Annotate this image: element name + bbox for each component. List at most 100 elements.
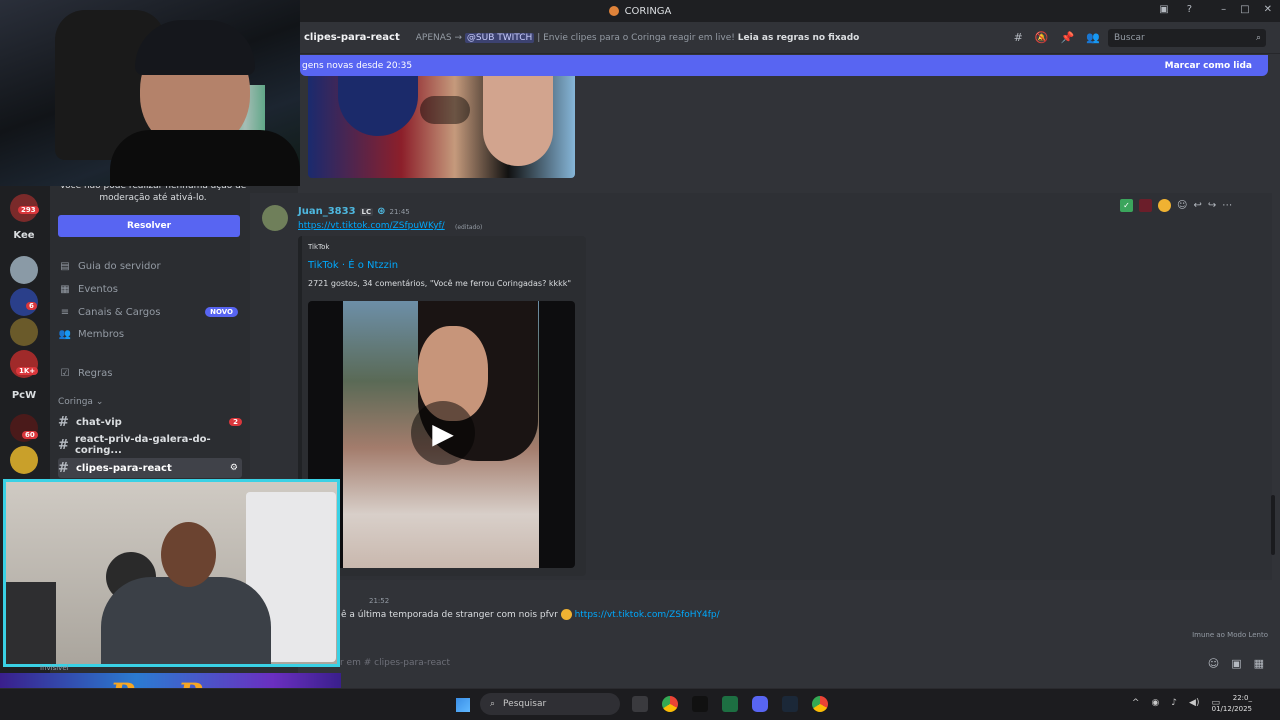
nav-members[interactable]: 👥 Membros	[58, 325, 248, 343]
chrome-icon[interactable]	[662, 696, 678, 712]
excel-icon[interactable]	[722, 696, 738, 712]
edited-label: (editado)	[455, 224, 483, 231]
topic-mention[interactable]: @SUB TWITCH	[464, 32, 535, 43]
nav-label: Membros	[78, 328, 125, 340]
nav-guide[interactable]: ▤ Guia do servidor	[58, 257, 248, 275]
server-icon[interactable]	[10, 318, 38, 346]
reaction-icon[interactable]	[1139, 198, 1152, 212]
resolve-button[interactable]: Resolver	[58, 215, 240, 237]
message-text: ê a última temporada de stranger com noi…	[341, 609, 720, 620]
mark-read-button[interactable]: Marcar como lida	[1165, 61, 1252, 71]
topic-separator: |	[537, 32, 541, 43]
channel-title: clipes-para-react	[304, 32, 400, 43]
previous-embed-thumbnail[interactable]	[308, 76, 575, 178]
server-badge: 60	[22, 431, 38, 439]
nav-label: Guia do servidor	[78, 260, 161, 272]
message-body: ê a última temporada de stranger com noi…	[341, 610, 558, 620]
hash-icon: #	[58, 460, 69, 476]
threads-icon[interactable]: #	[1014, 31, 1023, 44]
gift-icon[interactable]: ▦	[1254, 657, 1264, 670]
message-input[interactable]: r em # clipes-para-react ☺ ▣ ▦	[310, 652, 1270, 674]
volume-icon[interactable]: ◀)	[1189, 698, 1199, 708]
search-input[interactable]: Buscar ⌕	[1108, 29, 1266, 47]
network-icon[interactable]: ◉	[1151, 698, 1159, 708]
clock-time: 22:0_	[1232, 694, 1252, 702]
server-badge: 6	[26, 302, 37, 310]
thumbnail-image	[483, 76, 553, 166]
emoji-icon	[560, 609, 572, 620]
taskbar-clock[interactable]: 22:0_ 01/12/2025	[1212, 693, 1252, 715]
mute-icon[interactable]: 🔕	[1035, 31, 1049, 44]
rules-icon: ☑	[60, 367, 70, 379]
emoji-icon[interactable]	[1158, 198, 1171, 212]
titlebar-tools: ▣ ?	[1159, 4, 1192, 15]
member-list-icon[interactable]: 👥	[1086, 31, 1100, 44]
avatar[interactable]	[262, 205, 288, 231]
clock-date: 01/12/2025	[1211, 705, 1252, 713]
tiktok-icon[interactable]	[692, 696, 708, 712]
forward-icon[interactable]: ↪	[1208, 200, 1216, 211]
add-reaction-icon[interactable]: ☺	[1177, 200, 1187, 211]
discord-icon[interactable]	[752, 696, 768, 712]
emoji-picker-icon[interactable]: ☺	[1208, 657, 1219, 670]
nav-channels-roles[interactable]: ≡ Canais & Cargos NOVO	[58, 303, 248, 321]
channel-clipes-para-react[interactable]: # clipes-para-react ⚙	[58, 458, 242, 478]
category-header[interactable]: Coringa ⌄	[58, 397, 103, 407]
close-icon[interactable]: ✕	[1264, 4, 1272, 15]
server-icon[interactable]	[10, 446, 38, 474]
scrollbar[interactable]	[1271, 495, 1275, 555]
inbox-icon[interactable]: ▣	[1159, 4, 1168, 15]
app-root: CORINGA ▣ ? – □ ✕ 293 Kee 6 1K+ PcW 60 V…	[0, 0, 1280, 720]
gif-icon[interactable]: ▣	[1231, 657, 1241, 670]
windows-start-icon[interactable]	[456, 698, 470, 712]
members-icon: 👥	[58, 328, 72, 340]
message-link[interactable]: https://vt.tiktok.com/ZSfpuWKyf/	[298, 221, 445, 231]
new-badge: NOVO	[205, 307, 238, 317]
message-author: Juan_3833 LC ⊛ 21:45	[298, 206, 410, 217]
topic-text: Envie clipes para o Coringa reagir em li…	[543, 32, 735, 43]
webcam-overlay-bottom	[3, 479, 340, 667]
composer-channel: clipes-para-react	[374, 658, 451, 668]
minimize-icon[interactable]: –	[1221, 4, 1226, 15]
webcam-image	[161, 522, 216, 587]
server-text-icon[interactable]: PcW	[6, 390, 42, 401]
help-icon[interactable]: ?	[1187, 4, 1192, 15]
server-icon[interactable]	[10, 256, 38, 284]
message-link[interactable]: https://vt.tiktok.com/ZSfoHY4fp/	[575, 610, 720, 620]
chrome-icon[interactable]	[812, 696, 828, 712]
embed-title[interactable]: TikTok · É o Ntzzin	[308, 260, 398, 271]
system-tray: ^ ◉ ♪ ◀) ▭	[1132, 698, 1220, 708]
new-messages-bar[interactable]: gens novas desde 20:35 Marcar como lida	[300, 55, 1268, 76]
channel-label: chat-vip	[76, 416, 122, 428]
chevron-up-icon[interactable]: ^	[1132, 698, 1140, 708]
composer-placeholder: r em #	[340, 658, 372, 668]
play-icon	[420, 96, 470, 124]
channel-react-priv[interactable]: # react-priv-da-galera-do-coring...	[58, 434, 242, 456]
slowmode-indicator: Imune ao Modo Lento	[1192, 631, 1268, 639]
more-icon[interactable]: ⋯	[1222, 200, 1232, 211]
nav-label: Regras	[78, 367, 113, 379]
badge-icon: ⊛	[377, 206, 386, 217]
channel-chat-vip[interactable]: # chat-vip 2	[58, 412, 242, 432]
gear-icon[interactable]: ⚙	[230, 463, 238, 473]
steam-icon[interactable]	[782, 696, 798, 712]
reply-icon[interactable]: ↩	[1193, 200, 1201, 211]
embed-provider: TikTok	[308, 243, 330, 251]
author-name[interactable]: Juan_3833	[298, 206, 356, 217]
taskbar-search[interactable]: ⌕ Pesquisar	[480, 693, 620, 715]
check-reaction-icon[interactable]: ✓	[1120, 198, 1133, 212]
server-text-icon[interactable]: Kee	[6, 230, 42, 241]
topic-bold: Leia as regras no fixado	[737, 32, 860, 43]
message-time: 21:52	[369, 597, 390, 605]
play-icon[interactable]: ▶	[411, 401, 475, 465]
channel-header: clipes-para-react APENAS → @SUB TWITCH |…	[298, 22, 1280, 54]
pin-icon[interactable]: 📌	[1061, 31, 1075, 44]
server-badge: 293	[18, 206, 39, 214]
nav-rules[interactable]: ☑ Regras	[58, 364, 248, 382]
nav-events[interactable]: ▦ Eventos	[58, 280, 248, 298]
file-explorer-icon[interactable]	[632, 696, 648, 712]
maximize-icon[interactable]: □	[1240, 4, 1249, 15]
topic-prefix: APENAS →	[415, 32, 463, 43]
mic-icon[interactable]: ♪	[1171, 698, 1177, 708]
embed-video[interactable]: ▶	[308, 301, 575, 568]
